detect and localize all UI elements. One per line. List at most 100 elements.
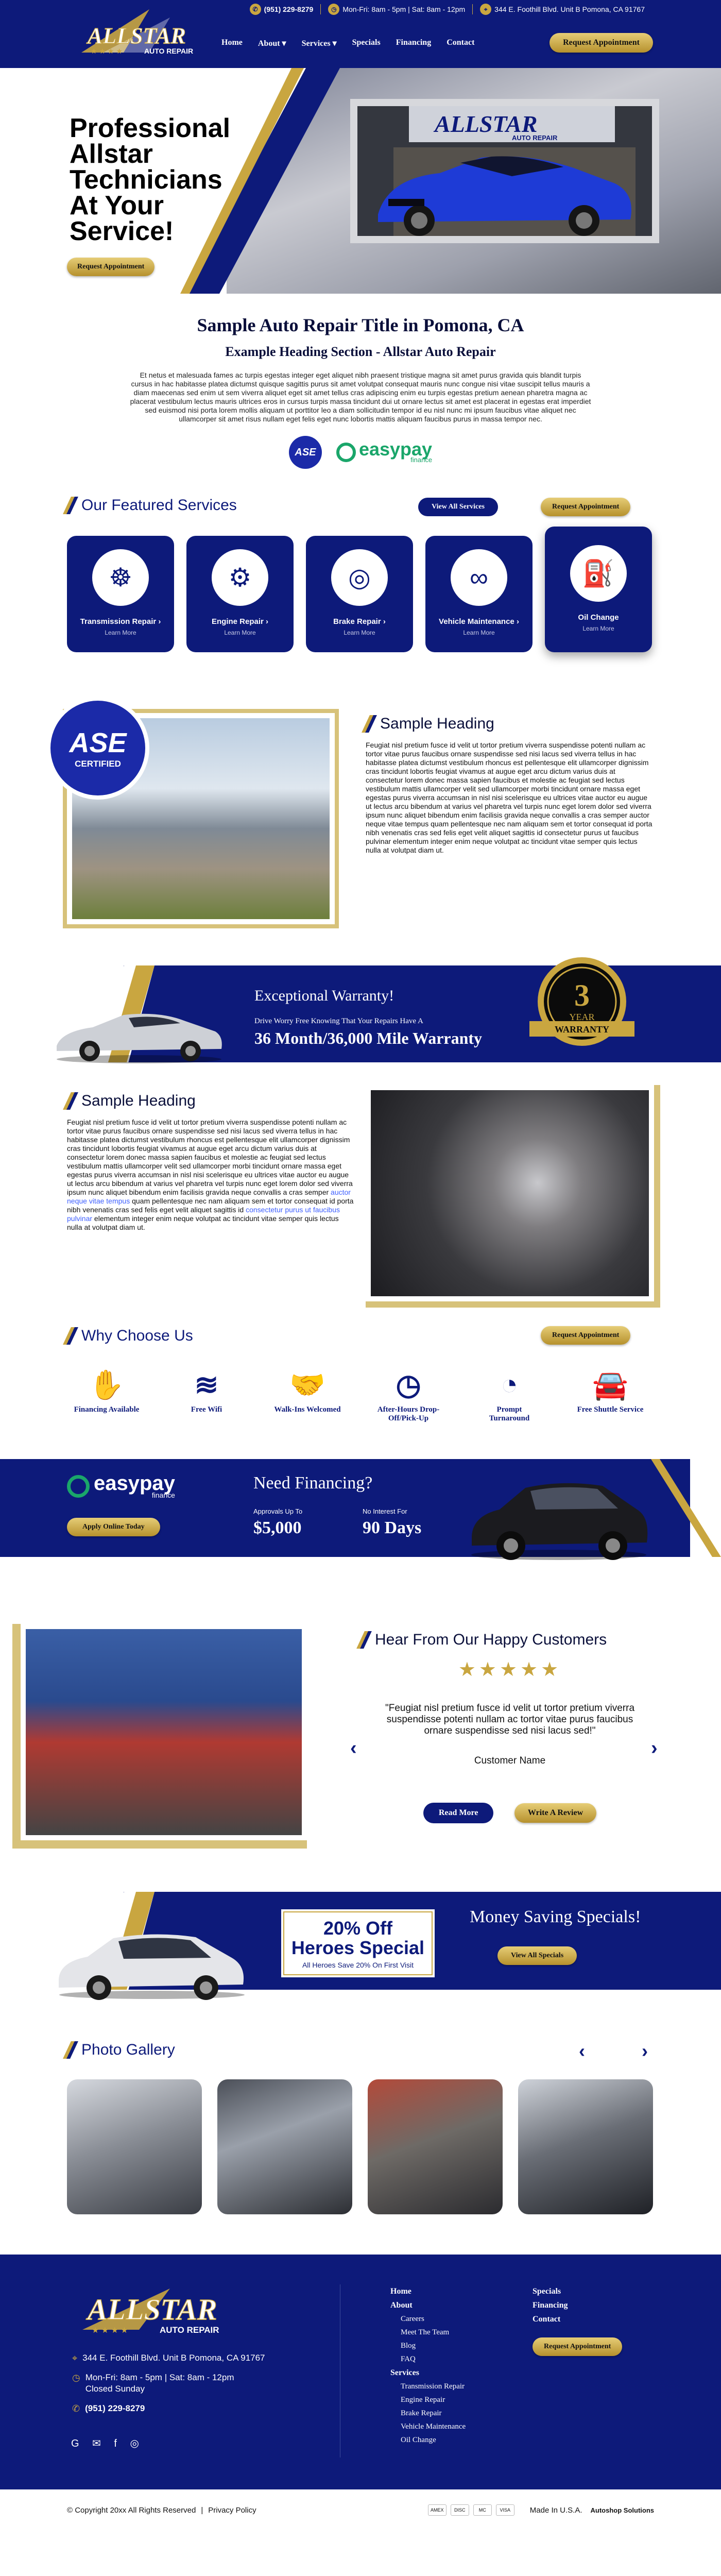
svg-text:ALLSTAR: ALLSTAR: [86, 2293, 217, 2326]
footer-link-financing[interactable]: Financing: [533, 2298, 622, 2312]
hero-sign-sub: AUTO REPAIR: [512, 134, 558, 142]
autoshop-solutions-logo[interactable]: Autoshop Solutions: [591, 2506, 654, 2514]
easypay-icon: [336, 443, 356, 462]
service-card-engine[interactable]: ⚙ Engine Repair › Learn More: [186, 536, 294, 652]
payment-icons: AMEX DISC MC VISA: [427, 2504, 514, 2516]
footer-link-brake[interactable]: Brake Repair: [390, 2406, 466, 2420]
easypay-logo[interactable]: easypay finance: [67, 1473, 175, 1499]
warranty-sub: Drive Worry Free Knowing That Your Repai…: [254, 1017, 423, 1025]
featured-services: Our Featured Services View All Services …: [0, 497, 721, 672]
rating-stars-icon: ★★★★★: [458, 1659, 562, 1681]
footer-link-engine[interactable]: Engine Repair: [390, 2393, 466, 2406]
footer-link-blog[interactable]: Blog: [390, 2339, 466, 2352]
logo-wordmark: ALLSTAR: [86, 23, 186, 48]
footer-link-maintenance[interactable]: Vehicle Maintenance: [390, 2420, 466, 2433]
warranty-title: Exceptional Warranty!: [254, 987, 394, 1004]
handshake-icon: 🤝: [289, 1369, 325, 1401]
footer-phone[interactable]: ✆ (951) 229-8279: [72, 2403, 265, 2414]
chevron-left-icon[interactable]: ‹: [350, 1737, 357, 1759]
why-item-walkins: 🤝 Walk-Ins Welcomed: [274, 1364, 341, 1414]
footer-link-faq[interactable]: FAQ: [390, 2352, 466, 2366]
chevron-left-icon[interactable]: ‹: [579, 2040, 585, 2062]
warranty-value: 36 Month/36,000 Mile Warranty: [254, 1029, 483, 1047]
site-footer: ALLSTAR ★ ★ ★ ★ AUTO REPAIR ⌖ 344 E. Foot…: [0, 2255, 721, 2489]
divider: [320, 4, 321, 14]
nav-contact[interactable]: Contact: [447, 38, 474, 48]
gallery-image[interactable]: [518, 2079, 653, 2214]
services-request-appointment-button[interactable]: Request Appointment: [541, 498, 631, 516]
warranty-seal-icon: 3 YEAR WARRANTY: [529, 957, 634, 1046]
service-card-oil-change[interactable]: ⛽ Oil Change Learn More: [545, 527, 652, 652]
discover-icon: DISC: [450, 2504, 469, 2516]
footer-link-home[interactable]: Home: [390, 2284, 466, 2298]
header-request-appointment-button[interactable]: Request Appointment: [550, 33, 653, 53]
brake-icon: ◎: [331, 549, 388, 606]
steering-wheel-icon: ☸: [92, 549, 149, 606]
footer-request-appointment-button[interactable]: Request Appointment: [533, 2337, 623, 2356]
service-card-transmission[interactable]: ☸ Transmission Repair › Learn More: [67, 536, 174, 652]
gallery-image[interactable]: [67, 2079, 202, 2214]
service-card-brake[interactable]: ◎ Brake Repair › Learn More: [306, 536, 413, 652]
mechanics-photo-image: [26, 1629, 302, 1835]
slash-icon: [63, 1327, 78, 1345]
chevron-right-icon[interactable]: ›: [651, 1737, 658, 1759]
footer-link-specials[interactable]: Specials: [533, 2284, 622, 2298]
why-choose-us: Why Choose Us Request Appointment ✋ Finan…: [0, 1298, 721, 1463]
topbar-phone[interactable]: ✆ (951) 229-8279: [249, 4, 313, 15]
ase-certified-badge: ASE CERTIFIED: [46, 697, 149, 800]
sample-section-1: ASE CERTIFIED Sample Heading Feugiat nis…: [0, 672, 721, 945]
nav-specials[interactable]: Specials: [352, 38, 381, 48]
footer-links-1: Home About Careers Meet The Team Blog FA…: [390, 2284, 466, 2447]
footer-address[interactable]: ⌖ 344 E. Foothill Blvd. Unit B Pomona, CA…: [72, 2352, 265, 2364]
nav-home[interactable]: Home: [221, 38, 243, 48]
footer-link-services[interactable]: Services: [390, 2366, 466, 2380]
footer-link-team[interactable]: Meet The Team: [390, 2326, 466, 2339]
site-logo[interactable]: ALLSTAR ★ ★ ★ ★ AUTO REPAIR: [72, 3, 211, 67]
view-all-services-button[interactable]: View All Services: [418, 498, 498, 516]
hero-request-appointment-button[interactable]: Request Appointment: [67, 258, 155, 276]
gallery-image[interactable]: [368, 2079, 503, 2214]
view-all-specials-button[interactable]: View All Specials: [497, 1946, 577, 1965]
warranty-text: Exceptional Warranty! Drive Worry Free K…: [254, 987, 482, 1048]
footer-logo[interactable]: ALLSTAR ★ ★ ★ ★ AUTO REPAIR: [72, 2283, 247, 2343]
mastercard-icon: MC: [473, 2504, 492, 2516]
chevron-right-icon[interactable]: ›: [642, 2040, 648, 2062]
sample-heading-1: Sample Heading: [380, 715, 494, 732]
nav-about[interactable]: About ▾: [258, 38, 286, 48]
apply-online-button[interactable]: Apply Online Today: [67, 1518, 160, 1536]
topbar-hours: ◷ Mon-Fri: 8am - 5pm | Sat: 8am - 12pm: [328, 4, 465, 15]
why-item-turnaround: ◔ Prompt Turnaround: [476, 1364, 543, 1423]
divider: [472, 4, 473, 14]
footer-link-transmission[interactable]: Transmission Repair: [390, 2380, 466, 2393]
made-in-usa: Made In U.S.A.: [529, 2505, 582, 2515]
intro-body: Et netus et malesuada fames ac turpis eg…: [130, 371, 591, 423]
gallery-image[interactable]: [217, 2079, 352, 2214]
testimonial-quote: "Feugiat nisl pretium fusce id velit ut …: [385, 1703, 635, 1736]
footer-link-contact[interactable]: Contact: [533, 2312, 622, 2326]
financing-title: Need Financing?: [253, 1473, 373, 1493]
divider: |: [201, 2505, 203, 2515]
sample-text-2: Sample Heading Feugiat nisl pretium fusc…: [63, 1092, 355, 1232]
why-heading: Why Choose Us: [63, 1327, 193, 1345]
oil-icon: ⛽: [570, 545, 627, 602]
logo-sub: AUTO REPAIR: [144, 47, 193, 55]
footer-link-careers[interactable]: Careers: [390, 2312, 466, 2326]
sample-text-1: Sample Heading Feugiat nisl pretium fusc…: [362, 715, 654, 855]
why-item-financing: ✋ Financing Available: [73, 1364, 140, 1414]
why-request-appointment-button[interactable]: Request Appointment: [541, 1326, 631, 1345]
footer-link-oil[interactable]: Oil Change: [390, 2433, 466, 2447]
footer-contact: ⌖ 344 E. Foothill Blvd. Unit B Pomona, CA…: [72, 2352, 265, 2422]
nav-services[interactable]: Services ▾: [302, 38, 337, 48]
read-more-button[interactable]: Read More: [423, 1803, 494, 1823]
footer-link-about[interactable]: About: [390, 2298, 466, 2312]
svg-text:3: 3: [574, 978, 590, 1012]
heroes-coupon[interactable]: 20% Off Heroes Special All Heroes Save 2…: [279, 1907, 437, 1979]
nav-financing[interactable]: Financing: [396, 38, 431, 48]
testimonials: Hear From Our Happy Customers ★★★★★ "Feu…: [0, 1567, 721, 1840]
easypay-logo[interactable]: easypay finance: [336, 440, 432, 463]
social-icons[interactable]: G ✉ f ◎: [71, 2437, 144, 2450]
service-card-maintenance[interactable]: ∞ Vehicle Maintenance › Learn More: [425, 536, 533, 652]
privacy-policy-link[interactable]: Privacy Policy: [208, 2506, 256, 2515]
topbar-address[interactable]: ⌖ 344 E. Foothill Blvd. Unit B Pomona, CA…: [480, 4, 645, 15]
write-review-button[interactable]: Write A Review: [514, 1803, 597, 1823]
